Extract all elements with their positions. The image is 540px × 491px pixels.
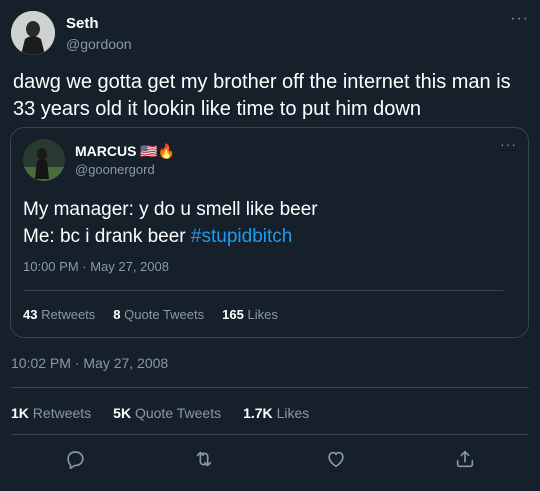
reply-icon[interactable] — [58, 442, 92, 476]
quoted-author-name[interactable]: MARCUS 🇺🇸🔥 — [75, 143, 175, 160]
tweet-text: dawg we gotta get my brother off the int… — [13, 71, 511, 120]
more-options-icon[interactable]: ··· — [510, 10, 529, 28]
quoted-quote-tweets-stat[interactable]: 8 Quote Tweets — [113, 307, 204, 322]
action-bar — [0, 442, 540, 476]
likes-stat[interactable]: 1.7K Likes — [243, 405, 309, 421]
quoted-tweet-text: My manager: y do u smell like beer Me: b… — [23, 196, 318, 250]
divider-bottom — [11, 434, 529, 435]
quoted-retweets-stat[interactable]: 43 Retweets — [23, 307, 95, 322]
quoted-text-line2: Me: bc i drank beer #stupidbitch — [23, 223, 318, 250]
tweet-stats-row: 1K Retweets 5K Quote Tweets 1.7K Likes — [11, 405, 309, 421]
quoted-text-line2-prefix: Me: bc i drank beer — [23, 226, 191, 247]
heart-icon[interactable] — [319, 442, 353, 476]
quoted-divider — [23, 290, 503, 291]
author-avatar[interactable] — [11, 11, 55, 55]
quoted-author-avatar[interactable] — [23, 139, 65, 181]
retweet-icon[interactable] — [187, 442, 221, 476]
author-handle[interactable]: @gordoon — [66, 36, 132, 52]
quote-tweets-stat[interactable]: 5K Quote Tweets — [113, 405, 221, 421]
quoted-author-handle[interactable]: @goonergord — [75, 162, 155, 177]
quoted-stats-row: 43 Retweets 8 Quote Tweets 165 Likes — [23, 307, 278, 322]
divider-top — [11, 387, 529, 388]
quoted-text-line1: My manager: y do u smell like beer — [23, 199, 318, 220]
quoted-timestamp[interactable]: 10:00 PM · May 27, 2008 — [23, 259, 169, 274]
tweet-timestamp[interactable]: 10:02 PM · May 27, 2008 — [11, 355, 168, 371]
share-icon[interactable] — [448, 442, 482, 476]
hashtag-link[interactable]: #stupidbitch — [191, 226, 292, 247]
quoted-more-options-icon[interactable]: ··· — [500, 136, 517, 152]
quoted-likes-stat[interactable]: 165 Likes — [222, 307, 278, 322]
author-name[interactable]: Seth — [66, 15, 99, 32]
retweets-stat[interactable]: 1K Retweets — [11, 405, 91, 421]
